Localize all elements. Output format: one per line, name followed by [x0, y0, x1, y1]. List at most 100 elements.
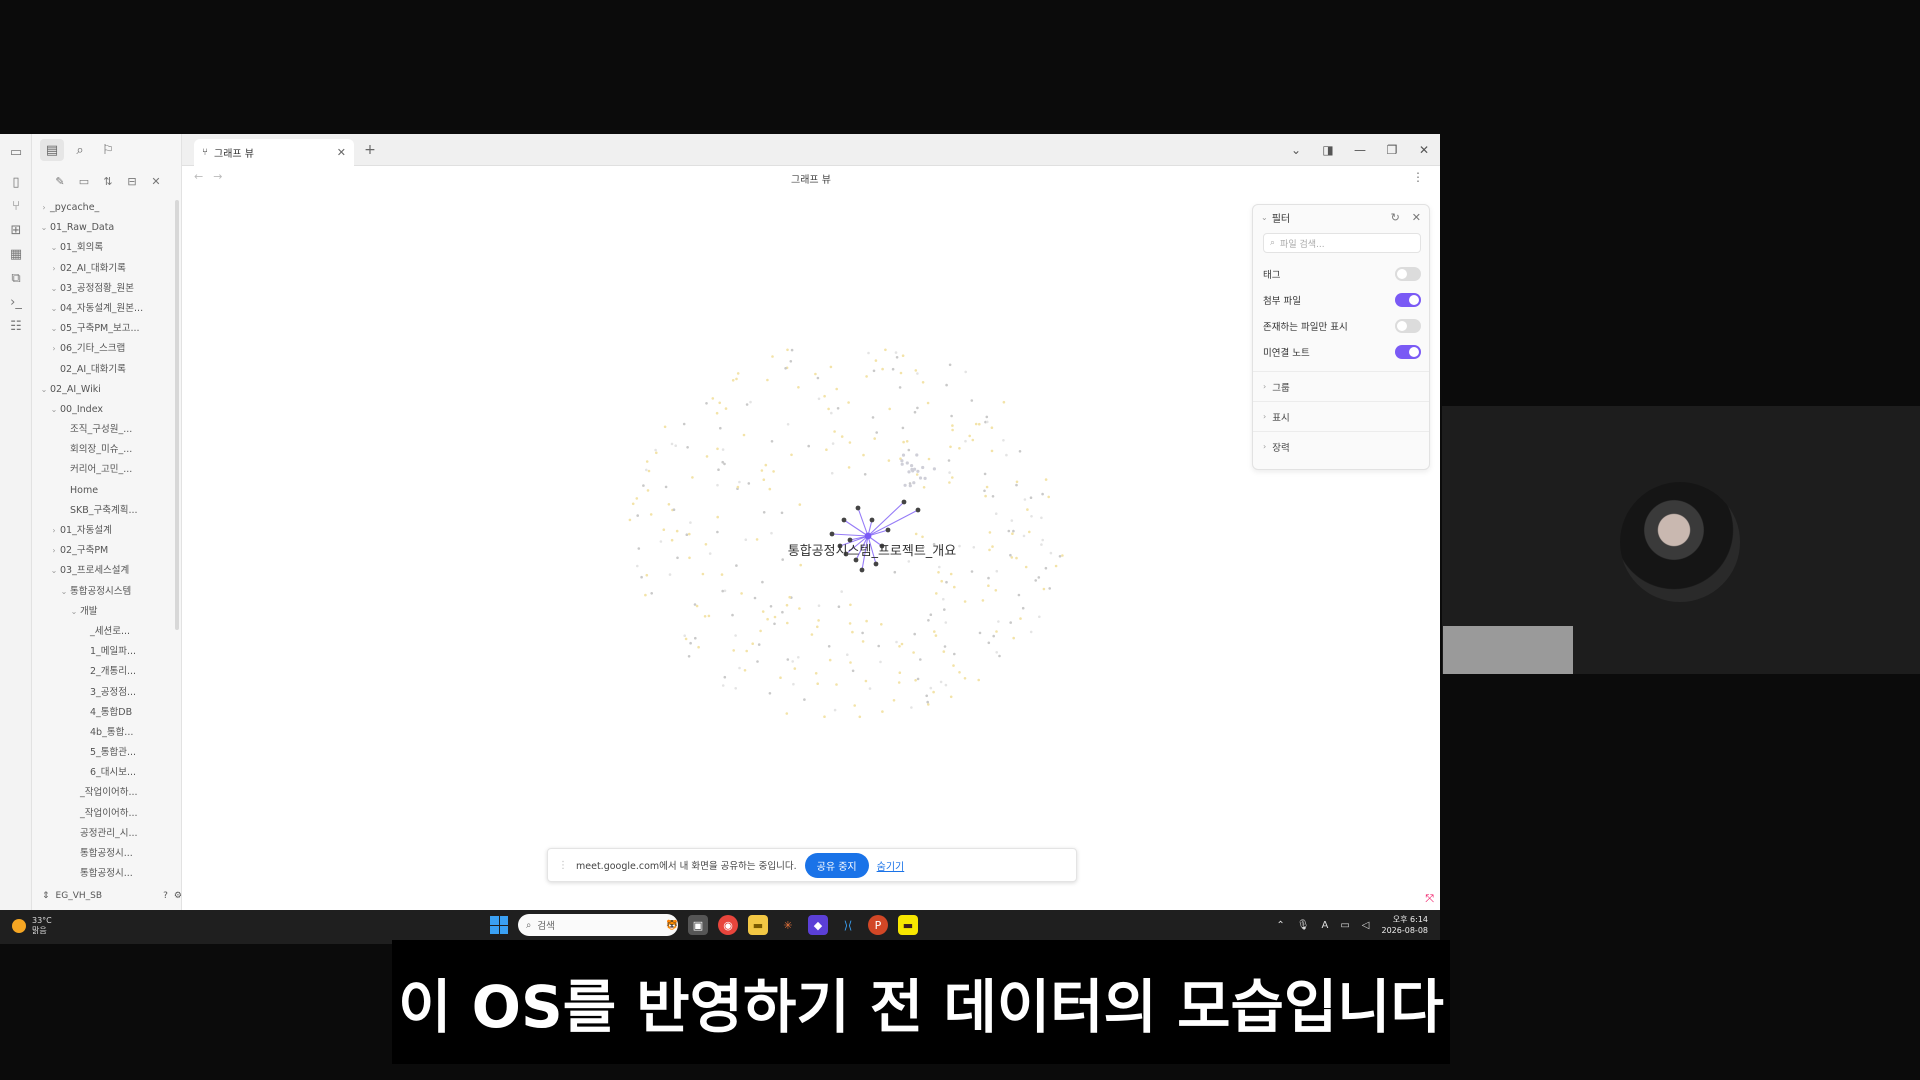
graph-node[interactable] — [1040, 516, 1043, 520]
graph-node[interactable] — [663, 425, 667, 429]
graph-node[interactable] — [987, 576, 990, 580]
graph-node[interactable] — [687, 655, 691, 658]
graph-node[interactable] — [745, 403, 749, 406]
graph-node[interactable] — [723, 462, 726, 466]
graph-node[interactable] — [770, 440, 774, 443]
graph-node[interactable] — [827, 645, 831, 648]
graph-node[interactable] — [717, 468, 720, 472]
graph-node[interactable] — [891, 367, 895, 371]
tree-item[interactable]: 통합공정시... — [32, 844, 181, 864]
help-icon[interactable]: ? — [163, 891, 168, 901]
chevron-down-icon[interactable]: ⌄ — [48, 238, 60, 258]
graph-node[interactable] — [995, 651, 998, 654]
graph-node[interactable] — [900, 642, 904, 646]
graph-node[interactable] — [684, 637, 688, 641]
graph-node[interactable] — [1015, 556, 1018, 560]
graph-node[interactable] — [925, 694, 928, 698]
graph-node[interactable] — [1029, 496, 1033, 500]
kakaotalk-icon[interactable]: ▬ — [898, 915, 918, 935]
chevron-right-icon[interactable]: › — [38, 198, 50, 218]
graph-node[interactable] — [858, 715, 862, 719]
graph-node[interactable] — [697, 645, 700, 649]
graph-node[interactable] — [817, 604, 821, 607]
graph-node[interactable] — [1048, 587, 1051, 590]
graph-node[interactable] — [718, 401, 721, 405]
graph-node[interactable] — [637, 547, 641, 550]
graph-node[interactable] — [926, 700, 929, 704]
graph-node[interactable] — [849, 661, 852, 664]
graph-node[interactable] — [840, 435, 844, 438]
graph-node[interactable] — [949, 695, 953, 699]
graph-node[interactable] — [720, 573, 724, 576]
tree-item[interactable]: 3_공정점... — [32, 683, 181, 703]
graph-node-label[interactable]: 통합공정시스템_프로젝트_개요 — [788, 544, 957, 559]
graph-node[interactable] — [894, 351, 898, 354]
graph-node[interactable] — [887, 459, 891, 462]
graph-node[interactable] — [755, 538, 759, 541]
graph-node[interactable] — [642, 484, 645, 487]
graph-node[interactable] — [659, 540, 663, 543]
graph-node[interactable] — [683, 634, 686, 637]
tree-item[interactable]: 4b_통합... — [32, 723, 181, 743]
new-tab-button[interactable]: + — [360, 140, 380, 160]
tree-item[interactable]: ⌄ 05_구축PM_보고... — [32, 319, 181, 339]
graph-node[interactable] — [916, 406, 919, 410]
graph-node[interactable] — [1040, 543, 1043, 546]
graph-node[interactable] — [835, 683, 838, 686]
graph-node[interactable] — [897, 681, 901, 684]
tree-item[interactable]: ⌄ 01_Raw_Data — [32, 218, 181, 238]
chevron-down-icon[interactable]: ⌄ — [38, 380, 50, 400]
graph-node[interactable] — [861, 631, 864, 635]
graph-node[interactable] — [903, 483, 907, 487]
close-icon[interactable]: ✕ — [1412, 211, 1421, 224]
graph-node[interactable] — [753, 596, 757, 600]
clock[interactable]: 오후 6:14 2026-08-08 — [1382, 914, 1429, 936]
graph-node[interactable] — [631, 502, 635, 506]
graph-node[interactable] — [846, 653, 849, 656]
graph-node[interactable] — [823, 394, 826, 398]
graph-node[interactable] — [872, 369, 876, 373]
minimize-icon[interactable]: — — [1344, 134, 1376, 166]
graph-node[interactable] — [873, 561, 879, 567]
graph-node[interactable] — [691, 476, 694, 479]
graph-node[interactable] — [1028, 530, 1031, 534]
graph-node[interactable] — [790, 348, 794, 352]
graph-node[interactable] — [1044, 478, 1048, 481]
graph-node[interactable] — [983, 472, 987, 476]
right-sidebar-icon[interactable]: ◨ — [1312, 134, 1344, 166]
graph-node[interactable] — [977, 678, 980, 682]
graph-node[interactable] — [1041, 538, 1044, 542]
windows-start-icon[interactable] — [490, 916, 508, 934]
graph-node[interactable] — [1010, 519, 1014, 522]
graph-node[interactable] — [840, 590, 843, 593]
stop-sharing-button[interactable]: 공유 중지 — [804, 852, 869, 878]
graph-node[interactable] — [723, 589, 727, 593]
graph-node[interactable] — [1054, 564, 1058, 568]
graph-node[interactable] — [1024, 565, 1028, 569]
graph-node[interactable] — [849, 603, 852, 607]
tree-item[interactable]: › 02_AI_대화기록 — [32, 259, 181, 279]
tab-graph-view[interactable]: ⑂ 그래프 뷰 ✕ — [194, 139, 354, 166]
tree-item[interactable]: 회의장_미슈_... — [32, 440, 181, 460]
graph-node[interactable] — [688, 532, 691, 536]
graph-node[interactable] — [1012, 636, 1015, 640]
tree-item[interactable]: ⌄ 01_회의록 — [32, 238, 181, 258]
graph-node[interactable] — [991, 495, 995, 498]
graph-node[interactable] — [761, 610, 765, 613]
graph-node[interactable] — [905, 461, 909, 465]
graph-node[interactable] — [790, 453, 793, 457]
file-explorer-icon[interactable]: ▬ — [748, 915, 768, 935]
powerpoint-icon[interactable]: P — [868, 915, 888, 935]
graph-node[interactable] — [829, 531, 835, 537]
calendar-icon[interactable]: ▦ — [0, 242, 32, 266]
graph-node[interactable] — [674, 444, 677, 447]
graph-node[interactable] — [986, 420, 989, 424]
graph-node[interactable] — [829, 365, 833, 369]
graph-node[interactable] — [1011, 532, 1014, 535]
tree-item[interactable]: 1_메일파... — [32, 642, 181, 662]
graph-node[interactable] — [963, 677, 967, 680]
graph-node[interactable] — [907, 560, 911, 563]
network-icon[interactable]: ▭ — [1340, 920, 1349, 931]
graph-edge[interactable] — [857, 507, 869, 537]
graph-node[interactable] — [1018, 450, 1022, 453]
